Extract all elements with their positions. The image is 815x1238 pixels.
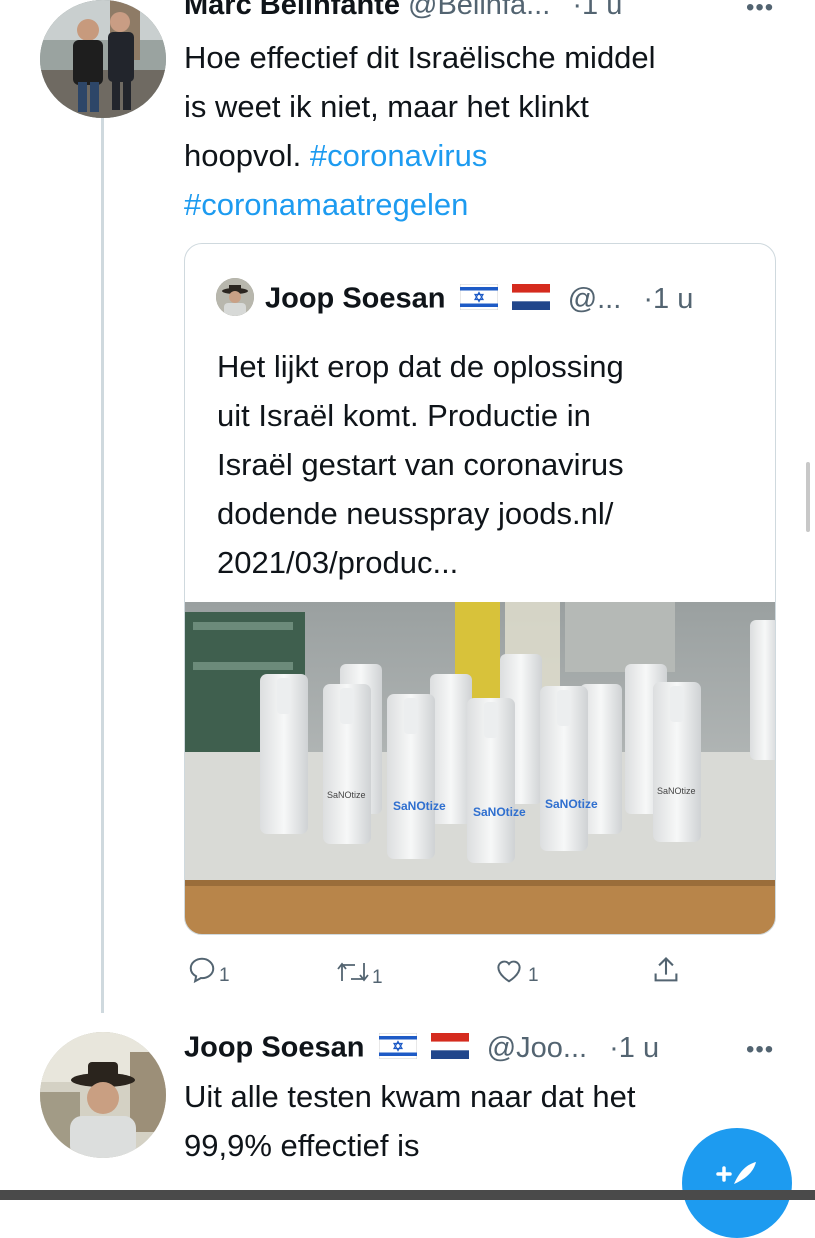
svg-text:SaNOtize: SaNOtize: [657, 786, 696, 796]
quote-text: Het lijkt erop dat de oplossing uit Isra…: [217, 342, 757, 587]
tweet1-more-icon[interactable]: •••: [746, 0, 774, 22]
retweet-button[interactable]: 1: [336, 955, 383, 989]
quote-handle[interactable]: @...: [568, 283, 622, 315]
heart-icon: [497, 960, 521, 983]
israel-flag-icon: [378, 1032, 418, 1065]
quote-line: Israël gestart van coronavirus: [217, 447, 624, 482]
tweet1-header: Marc Belinfante @Belinfa... ·1 u: [184, 0, 622, 20]
bottom-tab-bar: [0, 1190, 815, 1200]
tweet2-more-icon[interactable]: •••: [746, 1036, 774, 1064]
svg-text:SaNOtize: SaNOtize: [393, 799, 446, 813]
svg-text:SaNOtize: SaNOtize: [473, 805, 526, 819]
hashtag-coronamaatregelen[interactable]: #coronamaatregelen: [184, 180, 784, 229]
quote-tweet-card[interactable]: Joop Soesan @... ·1 u Het lijkt erop dat…: [184, 243, 776, 935]
netherlands-flag-icon: [430, 1033, 469, 1065]
tweet2-line: Uit alle testen kwam naar dat het: [184, 1079, 636, 1114]
quote-line: Het lijkt erop dat de oplossing: [217, 349, 624, 384]
quote-author-name[interactable]: Joop Soesan: [265, 283, 446, 315]
avatar-joop[interactable]: [40, 1032, 166, 1158]
scrollbar[interactable]: [806, 462, 810, 532]
quote-line: uit Israël komt. Productie in: [217, 398, 591, 433]
tweet1-line-3: hoopvol. #coronavirus: [184, 131, 784, 180]
compose-tweet-button[interactable]: [682, 1128, 792, 1238]
tweet2-author-name[interactable]: Joop Soesan: [184, 1032, 365, 1064]
avatar-marc[interactable]: [40, 0, 166, 118]
quote-header: Joop Soesan @... ·1 u: [265, 283, 693, 316]
quote-avatar[interactable]: [216, 278, 254, 316]
quote-line: dodende neusspray joods.nl/: [217, 496, 614, 531]
like-count: 1: [528, 965, 539, 986]
reply-button[interactable]: 1: [187, 953, 230, 987]
tweet1-time[interactable]: ·1 u: [572, 0, 622, 21]
tweet2-handle[interactable]: @Joo...: [487, 1032, 587, 1064]
reply-count: 1: [219, 965, 230, 986]
tweet1-line: Hoe effectief dit Israëlische middel: [184, 40, 656, 75]
like-button[interactable]: 1: [494, 953, 539, 987]
tweet1-line3-text: hoopvol.: [184, 138, 302, 173]
tweet1-line: is weet ik niet, maar het klinkt: [184, 89, 589, 124]
svg-text:SaNOtize: SaNOtize: [327, 790, 366, 800]
thread-line: [101, 118, 104, 1013]
tweet2-header: Joop Soesan @Joo... ·1 u: [184, 1032, 659, 1065]
retweet-count: 1: [372, 967, 383, 988]
quote-line: 2021/03/produc...: [217, 545, 459, 580]
share-button[interactable]: [652, 955, 680, 985]
quote-time[interactable]: ·1 u: [643, 283, 693, 315]
hashtag-coronavirus[interactable]: #coronavirus: [310, 138, 487, 173]
reply-icon: [189, 957, 215, 984]
retweet-icon: [337, 962, 369, 982]
svg-text:SaNOtize: SaNOtize: [545, 797, 598, 811]
tweet2-time[interactable]: ·1 u: [609, 1032, 659, 1064]
israel-flag-icon: [459, 283, 499, 316]
quote-photo-nasal-spray-bottles[interactable]: SaNOtize SaNOtize SaNOtize SaNOtize SaNO…: [185, 602, 775, 934]
tweet1-handle[interactable]: @Belinfa...: [408, 0, 550, 21]
netherlands-flag-icon: [511, 284, 550, 316]
tweet1-author-name[interactable]: Marc Belinfante: [184, 0, 400, 21]
share-icon: [654, 956, 678, 982]
tweet1-text: Hoe effectief dit Israëlische middel is …: [184, 33, 784, 229]
